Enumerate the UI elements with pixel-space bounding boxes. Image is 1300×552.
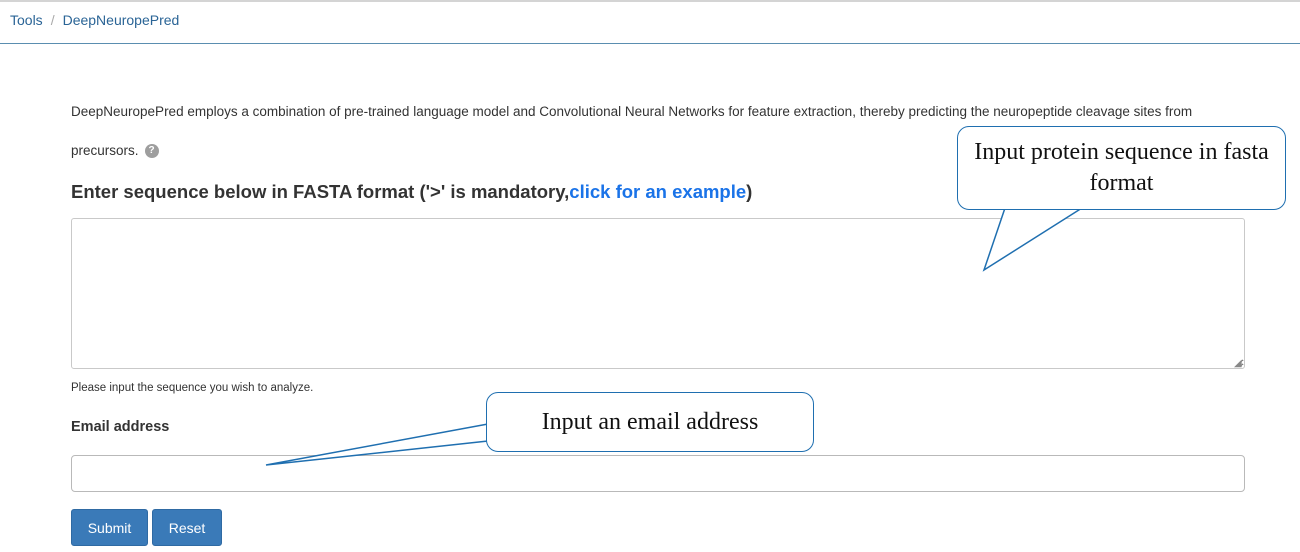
sequence-callout-pointer bbox=[982, 207, 1083, 272]
email-callout-pointer bbox=[265, 423, 489, 466]
email-callout: Input an email address bbox=[486, 392, 814, 452]
callout-pointers bbox=[265, 207, 1083, 466]
sequence-callout: Input protein sequence in fasta format bbox=[957, 126, 1286, 210]
